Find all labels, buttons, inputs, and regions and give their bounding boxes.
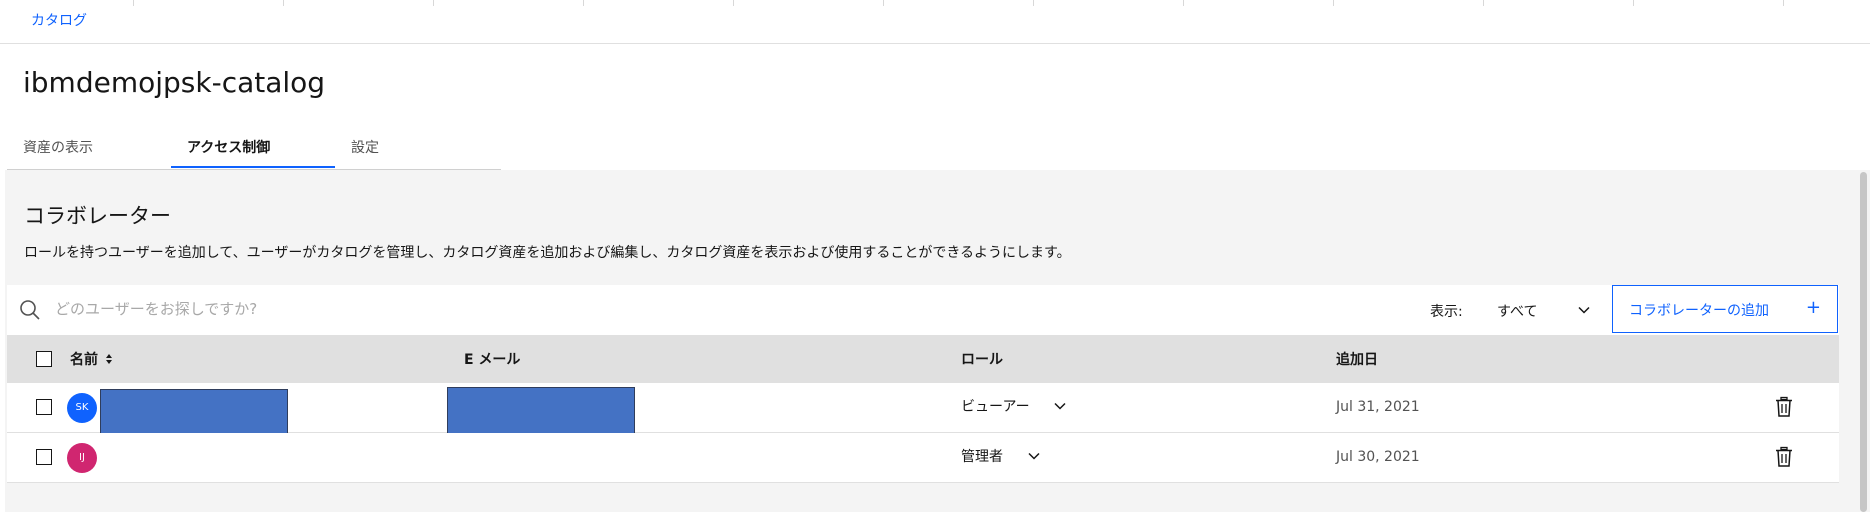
section-title: コラボレーター bbox=[24, 204, 171, 228]
grid-tick bbox=[733, 0, 734, 6]
avatar: SK bbox=[67, 393, 97, 423]
collaborators-table: 名前 E メール ロール 追加日 SK ビューアー Jul 31, 2021 I… bbox=[7, 335, 1839, 483]
grid-tick bbox=[1333, 0, 1334, 6]
trash-icon[interactable] bbox=[1774, 396, 1794, 418]
breadcrumb-catalog-link[interactable]: カタログ bbox=[31, 10, 87, 30]
filter-value: すべて bbox=[1497, 304, 1538, 320]
grid-tick bbox=[433, 0, 434, 6]
header-name: 名前 bbox=[70, 352, 98, 368]
page-title: ibmdemojpsk-catalog bbox=[23, 66, 326, 99]
grid-tick bbox=[133, 0, 134, 6]
tab-access-control[interactable]: アクセス制御 bbox=[171, 130, 335, 168]
add-collaborator-button[interactable]: コラボレーターの追加 + bbox=[1612, 285, 1838, 333]
header-email: E メール bbox=[464, 352, 521, 368]
table-toolbar: 表示: すべて コラボレーターの追加 + bbox=[7, 285, 1839, 335]
add-icon: + bbox=[1805, 297, 1821, 318]
grid-tick bbox=[1633, 0, 1634, 6]
grid-tick bbox=[883, 0, 884, 6]
grid-tick bbox=[1033, 0, 1034, 6]
role-dropdown[interactable]: ビューアー bbox=[961, 383, 1111, 432]
section-description: ロールを持つユーザーを追加して、ユーザーがカタログを管理し、カタログ資産を追加お… bbox=[24, 245, 1071, 261]
table-row: IJ 管理者 Jul 30, 2021 bbox=[7, 433, 1839, 483]
search-icon bbox=[20, 300, 40, 320]
header-added-date: 追加日 bbox=[1336, 352, 1378, 368]
added-date: Jul 30, 2021 bbox=[1336, 449, 1420, 465]
role-value: ビューアー bbox=[961, 399, 1030, 415]
filter-dropdown[interactable]: すべて bbox=[1487, 291, 1599, 327]
table-row: SK ビューアー Jul 31, 2021 bbox=[7, 383, 1839, 474]
filter-label: 表示: bbox=[1430, 304, 1463, 320]
role-dropdown[interactable]: 管理者 bbox=[961, 433, 1111, 482]
vertical-scrollbar[interactable] bbox=[1858, 170, 1870, 512]
search-input[interactable] bbox=[55, 285, 915, 333]
header-role: ロール bbox=[961, 352, 1003, 368]
scrollbar-thumb[interactable] bbox=[1860, 172, 1867, 512]
added-date: Jul 31, 2021 bbox=[1336, 399, 1420, 415]
select-all-checkbox[interactable] bbox=[36, 351, 52, 367]
row-checkbox[interactable] bbox=[36, 449, 52, 465]
add-collaborator-label: コラボレーターの追加 bbox=[1629, 303, 1769, 319]
grid-tick bbox=[583, 0, 584, 6]
trash-icon[interactable] bbox=[1774, 446, 1794, 468]
tab-view-assets[interactable]: 資産の表示 bbox=[7, 130, 171, 168]
grid-tick bbox=[283, 0, 284, 6]
chevron-down-icon bbox=[1054, 402, 1066, 410]
tab-settings[interactable]: 設定 bbox=[335, 130, 499, 168]
chevron-down-icon bbox=[1028, 452, 1040, 460]
chevron-down-icon bbox=[1578, 306, 1590, 314]
table-header: 名前 E メール ロール 追加日 bbox=[7, 335, 1839, 383]
avatar: IJ bbox=[67, 443, 97, 473]
catalog-page: カタログ ibmdemojpsk-catalog 資産の表示 アクセス制御 設定… bbox=[0, 0, 1870, 512]
tab-list: 資産の表示 アクセス制御 設定 bbox=[7, 130, 501, 170]
grid-tick bbox=[1783, 0, 1784, 6]
role-value: 管理者 bbox=[961, 449, 1003, 465]
sort-icon[interactable] bbox=[104, 352, 114, 366]
row-checkbox[interactable] bbox=[36, 399, 52, 415]
grid-tick bbox=[1483, 0, 1484, 6]
top-strip: カタログ bbox=[0, 0, 1870, 44]
grid-tick bbox=[1183, 0, 1184, 6]
